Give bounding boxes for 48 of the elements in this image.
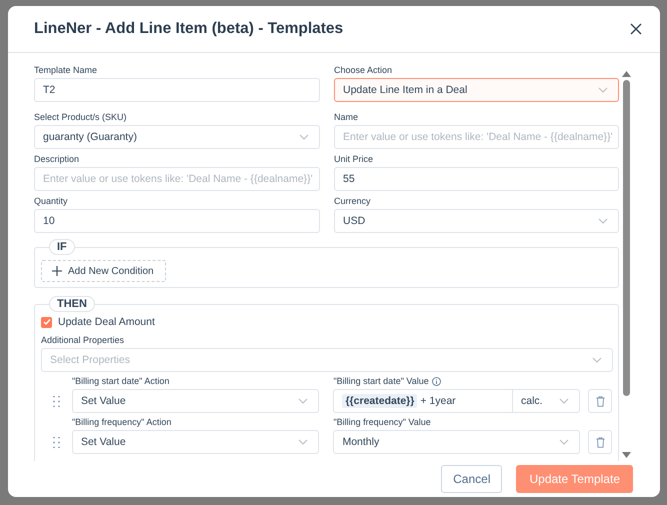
- field-label: Name: [334, 112, 360, 122]
- input-field[interactable]: 55: [334, 167, 619, 191]
- if-label: IF: [49, 239, 75, 255]
- field-label: Choose Action: [334, 65, 394, 75]
- dropdown[interactable]: Set Value: [72, 389, 320, 413]
- dropdown[interactable]: USD: [334, 209, 619, 233]
- plus-icon: [52, 266, 62, 276]
- info-icon[interactable]: [432, 376, 441, 386]
- close-icon[interactable]: [630, 23, 642, 35]
- checkbox-label: Update Deal Amount: [58, 316, 155, 328]
- field-label: "Billing start date" Action: [72, 376, 170, 386]
- field-label: "Billing start date" Value: [333, 376, 429, 386]
- chevron-down-icon: [299, 134, 309, 140]
- trash-icon[interactable]: [588, 389, 612, 413]
- field-label: "Billing frequency" Value: [333, 417, 431, 427]
- input-field[interactable]: {{createdate}} + 1year: [333, 389, 512, 413]
- scroll-up-icon[interactable]: [622, 71, 630, 77]
- add-condition-button[interactable]: Add New Condition: [41, 260, 166, 282]
- field-label: Select Product/s (SKU): [34, 112, 128, 122]
- drag-handle-icon[interactable]: [52, 396, 60, 407]
- field-label: "Billing frequency" Action: [72, 417, 172, 427]
- field-label: Quantity: [34, 196, 69, 206]
- dropdown[interactable]: Update Line Item in a Deal: [334, 78, 619, 102]
- field-label: Currency: [334, 196, 372, 206]
- field-label: Template Name: [34, 65, 98, 75]
- chevron-down-icon: [598, 87, 608, 93]
- dropdown[interactable]: calc.: [512, 389, 580, 413]
- checkbox[interactable]: [41, 316, 52, 328]
- field-label: Additional Properties: [41, 335, 126, 345]
- then-label: THEN: [49, 296, 95, 312]
- chevron-down-icon: [559, 398, 569, 404]
- chevron-down-icon: [298, 398, 308, 404]
- trash-icon[interactable]: [588, 430, 612, 454]
- input-field[interactable]: T2: [34, 78, 320, 102]
- dropdown[interactable]: Set Value: [72, 430, 320, 454]
- field-label: Description: [34, 154, 80, 164]
- cancel-button[interactable]: Cancel: [441, 465, 502, 493]
- dropdown[interactable]: guaranty (Guaranty): [34, 125, 320, 149]
- chevron-down-icon: [592, 357, 602, 363]
- dialog-title: LineNer - Add Line Item (beta) - Templates: [34, 20, 344, 38]
- dropdown[interactable]: Monthly: [333, 430, 580, 454]
- scroll-down-icon[interactable]: [622, 452, 630, 458]
- drag-handle-icon[interactable]: [52, 437, 60, 448]
- chevron-down-icon: [598, 218, 608, 224]
- field-label: Unit Price: [334, 154, 374, 164]
- chevron-down-icon: [559, 439, 569, 445]
- input-field[interactable]: 10: [34, 209, 320, 233]
- chevron-down-icon: [298, 439, 308, 445]
